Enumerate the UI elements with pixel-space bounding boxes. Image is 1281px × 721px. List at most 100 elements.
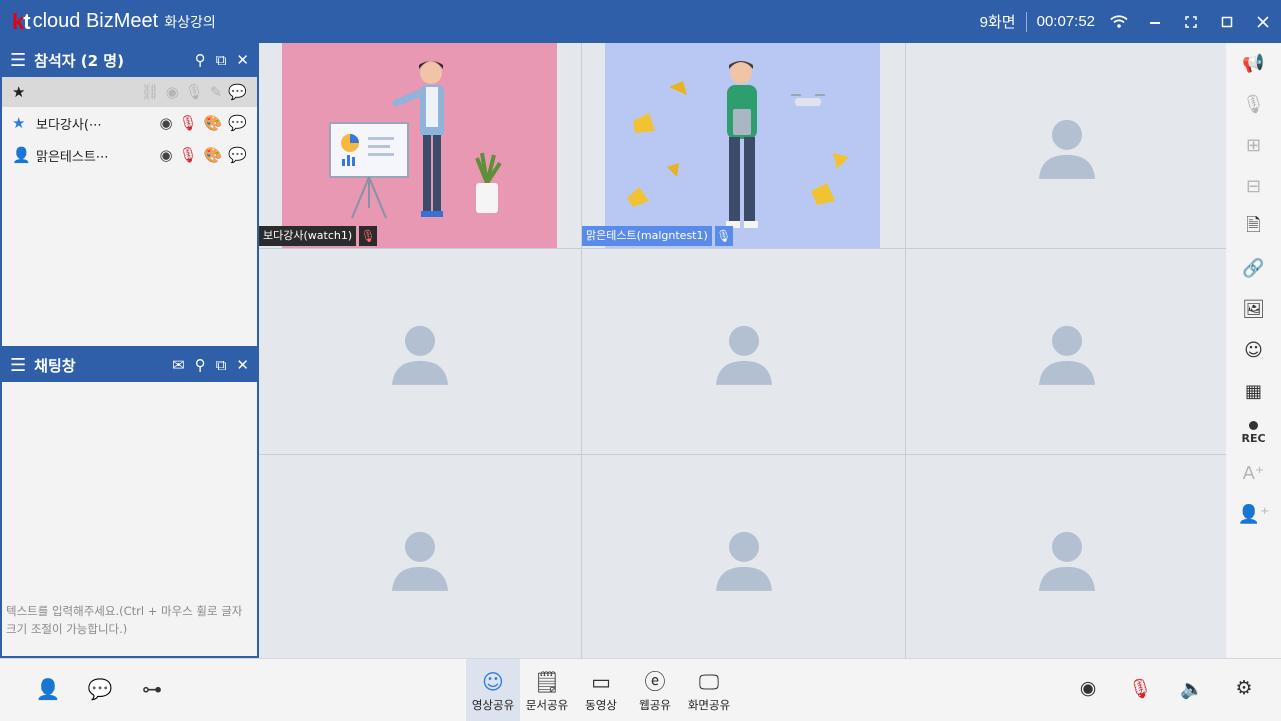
announce-icon[interactable]: 📢 xyxy=(1226,43,1281,84)
doc-share-button[interactable]: 🗒 문서공유 xyxy=(520,659,574,721)
bottom-bar: 👤 💬 ⊶ ☺ 영상공유 🗒 문서공유 ▭ 동영상 ⓔ 웹공유 🖵 화면공유 ◉… xyxy=(0,658,1281,721)
video-tile-empty[interactable] xyxy=(259,249,581,454)
mic-active-icon: 🎙 xyxy=(714,226,733,246)
mic-all-icon[interactable]: 🎙 xyxy=(185,83,204,101)
mic-all-icon[interactable]: 🎙 xyxy=(1226,84,1281,125)
search-icon[interactable]: ⚲ xyxy=(195,356,206,374)
link-icon[interactable]: 🔗 xyxy=(1226,248,1281,289)
layout-pin-icon[interactable]: ⊟ xyxy=(1226,166,1281,207)
video-icon: ▭ xyxy=(591,669,611,694)
chat-all-icon[interactable]: 💬 xyxy=(228,83,247,101)
participants-panel: ☰ 참석자 (2 명) ⚲ ⧉ ✕ ★ ⛓ ◉ 🎙 ✎ 💬 ★ 보다강사(⋯ ◉ xyxy=(0,43,259,348)
video-tile[interactable]: 맑은테스트(malgntest1) 🎙 xyxy=(582,43,905,248)
tool-label: 동영상 xyxy=(585,697,617,712)
text-size-icon[interactable]: A⁺ xyxy=(1226,453,1281,494)
tree-icon[interactable]: ⊶ xyxy=(140,675,164,703)
participant-row[interactable]: ★ 보다강사(⋯ ◉ 🎙 🎨 💬 xyxy=(2,107,257,139)
share-tools: ☺ 영상공유 🗒 문서공유 ▭ 동영상 ⓔ 웹공유 🖵 화면공유 xyxy=(466,659,736,721)
avatar-placeholder-icon xyxy=(392,531,448,591)
draw-all-icon[interactable]: ✎ xyxy=(210,83,223,101)
video-tile-empty[interactable] xyxy=(906,249,1228,454)
chat-bubble-icon[interactable]: 💬 xyxy=(228,114,247,132)
video-feed xyxy=(605,43,880,248)
screen-share-icon: 🖵 xyxy=(698,669,720,694)
chat-header: ☰ 채팅창 ✉ ⚲ ⧉ ✕ xyxy=(2,348,257,382)
chat-bubble-icon[interactable]: 💬 xyxy=(228,146,247,164)
video-file-button[interactable]: ▭ 동영상 xyxy=(574,659,628,721)
chat-panel: ☰ 채팅창 ✉ ⚲ ⧉ ✕ 텍스트를 입력해주세요.(Ctrl + 마우스 휠로… xyxy=(0,348,259,658)
mic-muted-icon[interactable]: 🎙 xyxy=(179,114,198,132)
palette-icon[interactable]: 🎨 xyxy=(204,114,223,132)
screen-share-button[interactable]: 🖵 화면공유 xyxy=(682,659,736,721)
maximize-icon[interactable] xyxy=(1209,0,1245,43)
avatar-placeholder-icon xyxy=(392,325,448,385)
doc-share-icon: 🗒 xyxy=(533,669,561,694)
person-icon[interactable]: 👤 xyxy=(36,675,61,703)
settings-icon[interactable]: ⚙ xyxy=(1231,673,1257,703)
chat-input[interactable]: 텍스트를 입력해주세요.(Ctrl + 마우스 휠로 글자 크기 조절이 가능합… xyxy=(2,598,257,656)
palette-disabled-icon[interactable]: 🎨 xyxy=(204,146,223,164)
kt-logo: kt xyxy=(12,8,31,34)
document-icon[interactable]: 🗎 xyxy=(1226,207,1281,248)
product-name: cloud BizMeet xyxy=(32,10,159,32)
record-button[interactable]: REC xyxy=(1226,412,1281,453)
video-grid: 보다강사(watch1) 🎙 맑은테스트(malgntest1) 🎙 xyxy=(259,43,1228,660)
star-icon: ★ xyxy=(12,83,26,101)
webcam-icon[interactable]: ◉ xyxy=(159,146,172,164)
video-tile-empty[interactable] xyxy=(582,455,905,660)
webcam-icon[interactable]: ◉ xyxy=(1075,673,1101,703)
participant-row[interactable]: 👤 맑은테스트⋯ ◉ 🎙 🎨 💬 xyxy=(2,139,257,171)
webcam-icon[interactable]: ◉ xyxy=(159,114,172,132)
avatar-placeholder-icon xyxy=(1039,119,1095,179)
tile-name: 맑은테스트(malgntest1) xyxy=(582,226,712,246)
close-panel-icon[interactable]: ✕ xyxy=(236,51,249,69)
search-icon[interactable]: ⚲ xyxy=(195,51,206,69)
add-user-icon[interactable]: 👤⁺ xyxy=(1226,494,1281,535)
divider xyxy=(1025,11,1027,32)
avatar-placeholder-icon xyxy=(1039,325,1095,385)
video-tile-empty[interactable] xyxy=(582,249,905,454)
smile-icon: ☺ xyxy=(482,669,504,694)
menu-icon[interactable]: ☰ xyxy=(10,50,26,71)
minimize-icon[interactable] xyxy=(1137,0,1173,43)
tool-label: 화면공유 xyxy=(687,697,731,712)
mic-muted-icon[interactable]: 🎙 xyxy=(179,146,198,164)
avatar-placeholder-icon xyxy=(715,325,772,385)
video-tile-empty[interactable] xyxy=(906,455,1228,660)
portrait-icon[interactable]: 🖼 xyxy=(1226,289,1281,330)
elapsed-timer: 00:07:52 xyxy=(1036,13,1095,30)
participant-name: 보다강사(⋯ xyxy=(36,117,102,133)
tile-name: 보다강사(watch1) xyxy=(259,226,357,246)
avatar-placeholder-icon xyxy=(715,531,772,591)
webcam-all-icon[interactable]: ◉ xyxy=(166,83,179,101)
session-type: 화상강의 xyxy=(164,14,216,31)
fit-screen-icon[interactable] xyxy=(1173,0,1209,43)
grid-layout-icon[interactable]: ⊞ xyxy=(1226,125,1281,166)
video-tile-empty[interactable] xyxy=(906,43,1228,248)
link-all-icon[interactable]: ⛓ xyxy=(141,83,160,101)
chat-icon[interactable]: 💬 xyxy=(88,675,113,703)
video-tile-empty[interactable] xyxy=(259,455,581,660)
web-icon: ⓔ xyxy=(644,669,666,694)
popout-icon[interactable]: ⧉ xyxy=(216,356,227,374)
emoji-icon[interactable]: ☺ xyxy=(1226,330,1281,371)
tool-label: 웹공유 xyxy=(639,697,671,712)
close-icon[interactable] xyxy=(1245,0,1281,43)
tool-label: 영상공유 xyxy=(471,697,515,712)
participants-title: 참석자 (2 명) xyxy=(34,51,124,70)
speaker-icon[interactable]: 🔈 xyxy=(1179,673,1205,703)
menu-icon[interactable]: ☰ xyxy=(10,355,26,376)
participants-header: ☰ 참석자 (2 명) ⚲ ⧉ ✕ xyxy=(2,43,257,77)
video-share-button[interactable]: ☺ 영상공유 xyxy=(466,659,520,721)
mail-icon[interactable]: ✉ xyxy=(172,356,185,374)
popout-icon[interactable]: ⧉ xyxy=(216,51,227,69)
participants-column-header: ★ ⛓ ◉ 🎙 ✎ 💬 xyxy=(2,77,257,107)
mosaic-icon[interactable]: ▦ xyxy=(1226,371,1281,412)
web-share-button[interactable]: ⓔ 웹공유 xyxy=(628,659,682,721)
brand: kt cloud BizMeet 화상강의 xyxy=(0,9,216,35)
app-window: kt cloud BizMeet 화상강의 9화면 00:07:52 ☰ 참석자… xyxy=(0,0,1281,721)
mic-muted-icon[interactable]: 🎙 xyxy=(1127,673,1153,703)
video-tile[interactable]: 보다강사(watch1) 🎙 xyxy=(259,43,581,248)
close-panel-icon[interactable]: ✕ xyxy=(236,356,249,374)
layout-count[interactable]: 9화면 xyxy=(980,11,1016,32)
